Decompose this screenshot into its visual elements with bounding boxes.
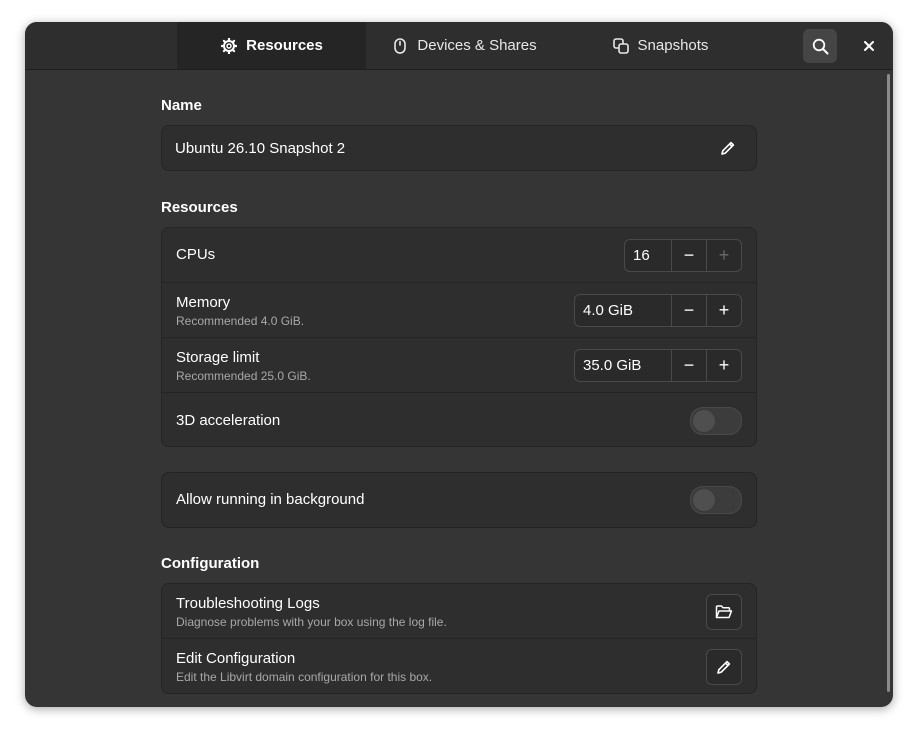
- acceleration-row: 3D acceleration: [162, 393, 756, 446]
- mouse-icon: [391, 37, 409, 55]
- tab-label: Resources: [246, 37, 323, 54]
- cpus-increase-button[interactable]: +: [707, 240, 741, 271]
- background-card: Allow running in background: [161, 472, 757, 528]
- section-title-configuration: Configuration: [161, 555, 260, 572]
- close-button[interactable]: [852, 29, 886, 63]
- acceleration-switch[interactable]: [690, 407, 742, 435]
- memory-subtitle: Recommended 4.0 GiB.: [176, 314, 305, 328]
- storage-label: Storage limit: [176, 349, 260, 366]
- troubleshooting-logs-subtitle: Diagnose problems with your box using th…: [176, 615, 447, 629]
- window: Resources Devices & Shares Snapshots Nam…: [25, 22, 893, 707]
- storage-value[interactable]: 35.0 GiB: [575, 350, 672, 381]
- tab-snapshots[interactable]: Snapshots: [562, 22, 758, 69]
- configuration-card: Troubleshooting Logs Diagnose problems w…: [161, 583, 757, 694]
- switch-knob: [692, 409, 716, 433]
- close-icon: [864, 41, 874, 51]
- memory-increase-button[interactable]: +: [707, 295, 741, 326]
- cpus-decrease-button[interactable]: −: [672, 240, 707, 271]
- storage-decrease-button[interactable]: −: [672, 350, 707, 381]
- copy-icon: [612, 37, 630, 55]
- troubleshooting-logs-title: Troubleshooting Logs: [176, 595, 320, 612]
- edit-configuration-subtitle: Edit the Libvirt domain configuration fo…: [176, 670, 433, 684]
- acceleration-label: 3D acceleration: [176, 412, 281, 429]
- background-row: Allow running in background: [162, 473, 756, 527]
- section-title-name: Name: [161, 97, 202, 114]
- storage-spinbutton[interactable]: 35.0 GiB − +: [574, 349, 742, 382]
- troubleshooting-logs-row: Troubleshooting Logs Diagnose problems w…: [162, 584, 756, 639]
- background-label: Allow running in background: [176, 491, 365, 508]
- cpus-value[interactable]: 16: [625, 240, 672, 271]
- storage-subtitle: Recommended 25.0 GiB.: [176, 369, 311, 383]
- switch-knob: [692, 488, 716, 512]
- open-logs-button[interactable]: [706, 594, 742, 630]
- edit-configuration-button[interactable]: [706, 649, 742, 685]
- cpus-spinbutton[interactable]: 16 − +: [624, 239, 742, 272]
- storage-increase-button[interactable]: +: [707, 350, 741, 381]
- memory-label: Memory: [176, 294, 231, 311]
- edit-configuration-row: Edit Configuration Edit the Libvirt doma…: [162, 639, 756, 693]
- cpus-row: CPUs 16 − +: [162, 228, 756, 283]
- name-entry-card[interactable]: Ubuntu 26.10 Snapshot 2: [161, 125, 757, 171]
- tab-resources[interactable]: Resources: [177, 22, 366, 69]
- header-bar: Resources Devices & Shares Snapshots: [25, 22, 893, 70]
- tab-label: Snapshots: [637, 37, 709, 54]
- tab-devices-shares[interactable]: Devices & Shares: [366, 22, 562, 69]
- memory-value[interactable]: 4.0 GiB: [575, 295, 672, 326]
- edit-configuration-title: Edit Configuration: [176, 650, 296, 667]
- memory-decrease-button[interactable]: −: [672, 295, 707, 326]
- memory-row: Memory Recommended 4.0 GiB. 4.0 GiB − +: [162, 283, 756, 338]
- tab-label: Devices & Shares: [417, 37, 537, 54]
- section-title-resources: Resources: [161, 199, 238, 216]
- name-value: Ubuntu 26.10 Snapshot 2: [175, 140, 346, 157]
- resources-card: CPUs 16 − + Memory Recommended 4.0 GiB. …: [161, 227, 757, 447]
- storage-row: Storage limit Recommended 25.0 GiB. 35.0…: [162, 338, 756, 393]
- cpus-label: CPUs: [176, 246, 216, 263]
- search-icon: [812, 38, 829, 55]
- search-button[interactable]: [803, 29, 837, 63]
- gear-icon: [220, 37, 238, 55]
- folder-open-icon: [715, 604, 733, 620]
- vertical-scrollbar[interactable]: [887, 74, 890, 692]
- memory-spinbutton[interactable]: 4.0 GiB − +: [574, 294, 742, 327]
- pencil-icon: [716, 659, 732, 675]
- pencil-icon[interactable]: [720, 140, 736, 156]
- background-switch[interactable]: [690, 486, 742, 514]
